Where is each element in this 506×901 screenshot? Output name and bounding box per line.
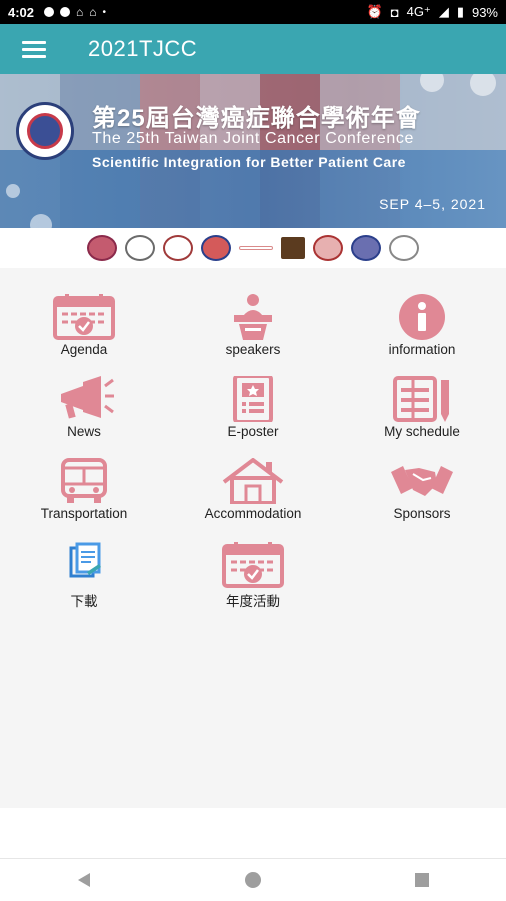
menu-item-speakers[interactable]: speakers [169, 294, 337, 357]
signal-icon: ◢ [438, 4, 449, 19]
menu-item-label: 下載 [70, 594, 98, 609]
calendar-check-icon [53, 294, 115, 340]
notification-icon: • [102, 6, 107, 18]
alarm-icon: ⏰ [366, 4, 383, 19]
notification-icons: ⌂ ⌂ • [44, 5, 106, 19]
app-title: 2021TJCC [88, 36, 198, 61]
status-right: ⏰ ◘ 4G⁺ ◢ ▮ 93% [367, 4, 498, 20]
menu-item-label: My schedule [384, 424, 460, 439]
status-time: 4:02 [8, 4, 35, 20]
menu-item-label: 年度活動 [226, 594, 280, 609]
notification-icon: ⌂ [89, 5, 97, 19]
conference-banner: 第25屆台灣癌症聯合學術年會 The 25th Taiwan Joint Can… [0, 74, 506, 228]
notebook-pen-icon [393, 376, 449, 422]
calendar-check-icon [222, 542, 284, 588]
back-button[interactable] [64, 865, 104, 895]
partner-logos [0, 228, 506, 268]
home-button[interactable] [233, 865, 273, 895]
poster-icon [233, 376, 273, 422]
partner-logo-icon [87, 235, 117, 261]
info-icon [399, 294, 445, 340]
recents-square-icon [414, 873, 429, 887]
menu-item-information[interactable]: information [338, 294, 506, 357]
podium-speaker-icon [234, 294, 272, 340]
menu-item-news[interactable]: News [0, 376, 168, 439]
banner-title-en: The 25th Taiwan Joint Cancer Conference [92, 130, 414, 147]
status-bar: 4:02 ⌂ ⌂ • ⏰ ◘ 4G⁺ ◢ ▮ 93% [0, 0, 506, 24]
network-label: 4G⁺ [406, 4, 431, 19]
battery-icon: ▮ [456, 4, 464, 19]
app-bar: 2021TJCC [0, 24, 506, 74]
notification-icon [44, 7, 55, 17]
partner-logo-icon [239, 246, 273, 250]
back-triangle-icon [78, 873, 91, 887]
notification-icon: ⌂ [76, 5, 84, 19]
menu-item-label: Sponsors [393, 506, 451, 521]
partner-logo-icon [313, 235, 343, 261]
menu-item-eposter[interactable]: E-poster [169, 376, 337, 439]
house-icon [222, 458, 284, 504]
menu-item-accommodation[interactable]: Accommodation [169, 458, 337, 521]
handshake-icon [391, 466, 453, 496]
download-document-icon [69, 542, 101, 578]
battery-percent: 93% [471, 4, 498, 20]
banner-subtitle: Scientific Integration for Better Patien… [92, 154, 406, 170]
megaphone-icon [61, 376, 114, 419]
menu-item-label: information [388, 342, 456, 357]
menu-item-download[interactable]: 下載 [0, 542, 168, 610]
menu-item-annual-events[interactable]: 年度活動 [169, 542, 337, 610]
menu-item-label: News [67, 424, 101, 439]
hamburger-menu-icon[interactable] [22, 37, 46, 62]
notification-icon [60, 7, 71, 17]
menu-item-sponsors[interactable]: Sponsors [338, 458, 506, 521]
vibrate-icon: ◘ [390, 4, 399, 20]
menu-item-my-schedule[interactable]: My schedule [338, 376, 506, 439]
partner-logo-icon [351, 235, 381, 261]
partner-logo-icon [201, 235, 231, 261]
conference-logo-icon [16, 102, 74, 160]
feature-grid: Agenda speakers information News E-poste… [0, 268, 506, 808]
menu-item-agenda[interactable]: Agenda [0, 294, 168, 357]
home-circle-icon [244, 872, 261, 888]
menu-item-label: Agenda [60, 342, 108, 357]
menu-item-label: Accommodation [204, 506, 302, 521]
banner-date: SEP 4–5, 2021 [379, 196, 486, 212]
menu-item-transportation[interactable]: Transportation [0, 458, 168, 521]
partner-logo-icon [281, 237, 305, 259]
partner-logo-icon [163, 235, 193, 261]
bus-icon [61, 458, 107, 503]
system-nav-bar [0, 858, 506, 901]
menu-item-label: E-poster [227, 424, 279, 439]
menu-item-label: Transportation [40, 506, 128, 521]
banner-title-zh: 第25屆台灣癌症聯合學術年會 [92, 105, 421, 132]
menu-item-label: speakers [225, 342, 281, 357]
partner-logo-icon [389, 235, 419, 261]
recents-button[interactable] [402, 865, 442, 895]
partner-logo-icon [125, 235, 155, 261]
